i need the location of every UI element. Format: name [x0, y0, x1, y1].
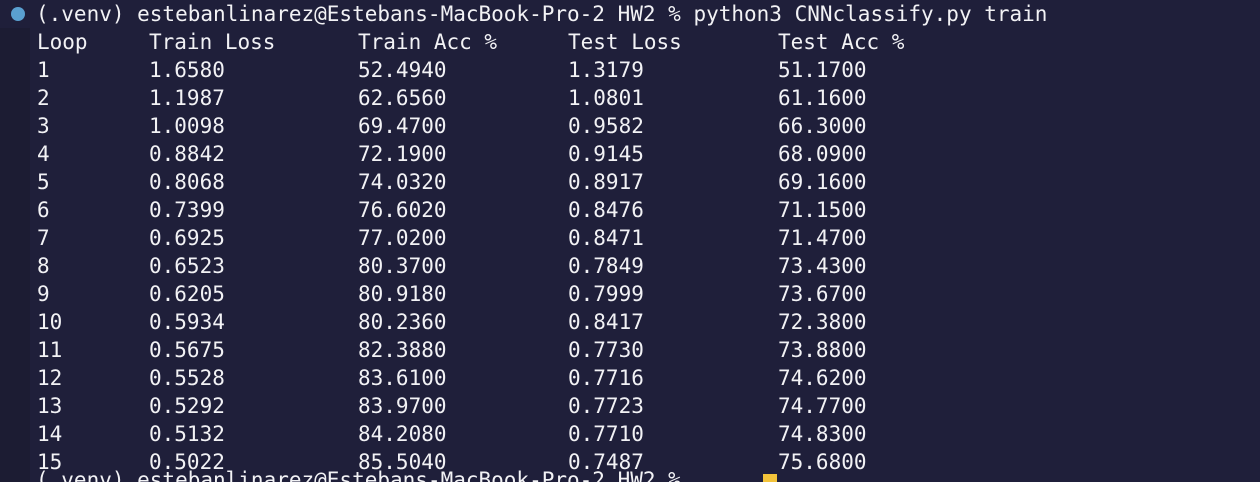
table-row: 1 1.6580 52.4940 1.3179 51.1700: [0, 56, 1260, 84]
cell-loop: 8: [37, 254, 50, 278]
cell-test-acc: 73.8800: [778, 338, 867, 362]
cell-train-acc: 62.6560: [358, 86, 447, 110]
table-row: 7 0.6925 77.0200 0.8471 71.4700: [0, 224, 1260, 252]
cell-test-loss: 0.8476: [568, 198, 644, 222]
table-row: 8 0.6523 80.3700 0.7849 73.4300: [0, 252, 1260, 280]
command-line: (.venv) estebanlinarez@Estebans-MacBook-…: [0, 0, 1260, 28]
header-loop: Loop: [37, 30, 88, 54]
cell-train-acc: 52.4940: [358, 58, 447, 82]
table-row: 6 0.7399 76.6020 0.8476 71.1500: [0, 196, 1260, 224]
table-row: 10 0.5934 80.2360 0.8417 72.3800: [0, 308, 1260, 336]
cell-train-acc: 74.0320: [358, 170, 447, 194]
cell-train-acc: 69.4700: [358, 114, 447, 138]
header-train-acc: Train Acc %: [358, 30, 498, 54]
cell-loop: 12: [37, 366, 63, 390]
cell-test-loss: 0.8417: [568, 310, 644, 334]
next-prompt: (.venv) estebanlinarez@Estebans-MacBook-…: [36, 468, 681, 482]
cell-test-acc: 61.1600: [778, 86, 867, 110]
cell-test-loss: 0.8917: [568, 170, 644, 194]
cell-loop: 14: [37, 422, 63, 446]
command-text: (.venv) estebanlinarez@Estebans-MacBook-…: [36, 2, 1048, 26]
cell-loop: 10: [37, 310, 63, 334]
cell-loop: 6: [37, 198, 50, 222]
cell-train-acc: 72.1900: [358, 142, 447, 166]
cell-loop: 2: [37, 86, 50, 110]
cell-train-acc: 80.3700: [358, 254, 447, 278]
cell-train-acc: 83.9700: [358, 394, 447, 418]
cell-test-acc: 74.6200: [778, 366, 867, 390]
table-row: 4 0.8842 72.1900 0.9145 68.0900: [0, 140, 1260, 168]
cell-train-loss: 0.8068: [149, 170, 225, 194]
cell-test-loss: 0.7730: [568, 338, 644, 362]
table-row: 11 0.5675 82.3880 0.7730 73.8800: [0, 336, 1260, 364]
terminal-window[interactable]: (.venv) estebanlinarez@Estebans-MacBook-…: [0, 0, 1260, 482]
cell-test-acc: 74.7700: [778, 394, 867, 418]
table-row: 9 0.6205 80.9180 0.7999 73.6700: [0, 280, 1260, 308]
cell-loop: 3: [37, 114, 50, 138]
cell-test-acc: 71.1500: [778, 198, 867, 222]
cell-train-acc: 82.3880: [358, 338, 447, 362]
cell-test-acc: 51.1700: [778, 58, 867, 82]
cell-train-loss: 0.5528: [149, 366, 225, 390]
cell-loop: 13: [37, 394, 63, 418]
cell-train-loss: 0.5292: [149, 394, 225, 418]
cell-train-loss: 0.5132: [149, 422, 225, 446]
header-test-acc: Test Acc %: [778, 30, 905, 54]
cell-test-acc: 69.1600: [778, 170, 867, 194]
cell-loop: 7: [37, 226, 50, 250]
cell-loop: 5: [37, 170, 50, 194]
table-row: 3 1.0098 69.4700 0.9582 66.3000: [0, 112, 1260, 140]
cell-test-loss: 0.7999: [568, 282, 644, 306]
cell-train-loss: 0.8842: [149, 142, 225, 166]
cell-train-loss: 0.6523: [149, 254, 225, 278]
table-header-row: Loop Train Loss Train Acc % Test Loss Te…: [0, 28, 1260, 56]
cell-train-loss: 0.7399: [149, 198, 225, 222]
cell-train-loss: 1.6580: [149, 58, 225, 82]
cell-test-loss: 0.7710: [568, 422, 644, 446]
cell-train-acc: 80.9180: [358, 282, 447, 306]
cell-test-acc: 72.3800: [778, 310, 867, 334]
cell-train-loss: 0.5675: [149, 338, 225, 362]
cell-test-acc: 66.3000: [778, 114, 867, 138]
cell-train-acc: 80.2360: [358, 310, 447, 334]
cell-test-loss: 1.3179: [568, 58, 644, 82]
table-row: 14 0.5132 84.2080 0.7710 74.8300: [0, 420, 1260, 448]
cell-loop: 4: [37, 142, 50, 166]
cell-test-loss: 0.9145: [568, 142, 644, 166]
table-row: 13 0.5292 83.9700 0.7723 74.7700: [0, 392, 1260, 420]
cell-train-loss: 1.0098: [149, 114, 225, 138]
training-results-table: Loop Train Loss Train Acc % Test Loss Te…: [0, 28, 1260, 476]
cell-test-loss: 0.7849: [568, 254, 644, 278]
header-train-loss: Train Loss: [149, 30, 276, 54]
cell-test-acc: 75.6800: [778, 450, 867, 474]
cell-test-acc: 73.4300: [778, 254, 867, 278]
header-test-loss: Test Loss: [568, 30, 682, 54]
cell-test-acc: 74.8300: [778, 422, 867, 446]
text-cursor: [763, 474, 777, 482]
cell-loop: 11: [37, 338, 63, 362]
cell-train-loss: 0.6925: [149, 226, 225, 250]
table-row: 5 0.8068 74.0320 0.8917 69.1600: [0, 168, 1260, 196]
table-row: 2 1.1987 62.6560 1.0801 61.1600: [0, 84, 1260, 112]
status-dot-icon: [11, 7, 25, 21]
table-row: 12 0.5528 83.6100 0.7716 74.6200: [0, 364, 1260, 392]
cell-train-acc: 83.6100: [358, 366, 447, 390]
cell-train-acc: 84.2080: [358, 422, 447, 446]
cell-test-loss: 1.0801: [568, 86, 644, 110]
cell-test-acc: 68.0900: [778, 142, 867, 166]
cell-test-acc: 71.4700: [778, 226, 867, 250]
cell-loop: 9: [37, 282, 50, 306]
cell-loop: 1: [37, 58, 50, 82]
cell-train-loss: 0.5934: [149, 310, 225, 334]
cell-test-loss: 0.8471: [568, 226, 644, 250]
cell-test-loss: 0.7716: [568, 366, 644, 390]
cell-test-acc: 73.6700: [778, 282, 867, 306]
cell-test-loss: 0.9582: [568, 114, 644, 138]
cell-train-loss: 1.1987: [149, 86, 225, 110]
cell-train-acc: 77.0200: [358, 226, 447, 250]
cell-test-loss: 0.7723: [568, 394, 644, 418]
cell-train-loss: 0.6205: [149, 282, 225, 306]
cell-train-acc: 76.6020: [358, 198, 447, 222]
